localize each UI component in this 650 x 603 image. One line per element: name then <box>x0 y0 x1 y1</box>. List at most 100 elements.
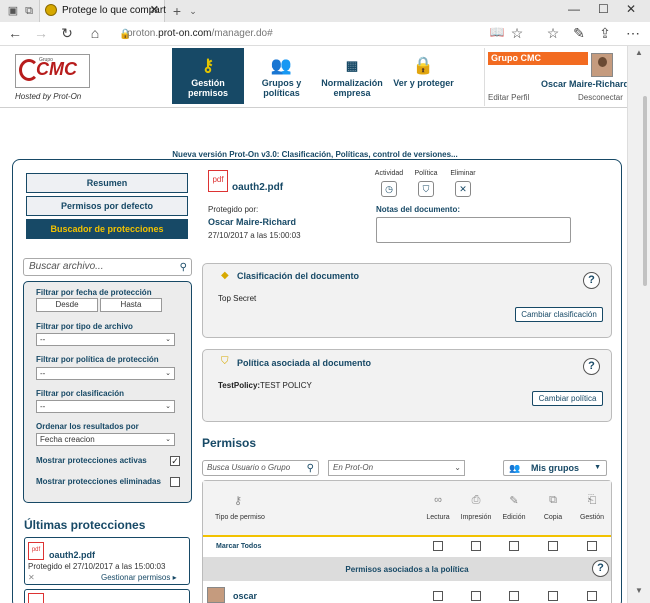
url-field[interactable]: proton.prot-on.com/manager.do# <box>127 25 477 43</box>
recent-protection-card[interactable] <box>24 589 190 603</box>
policy-permissions-label: Permisos asociados a la política <box>345 565 469 574</box>
help-icon[interactable]: ? <box>592 560 609 577</box>
company-logo: Grupo CMC <box>15 54 90 88</box>
user-gestion-checkbox[interactable] <box>587 591 597 601</box>
policy-value: -- <box>40 369 46 378</box>
manage-permissions-label: Gestionar permisos <box>101 573 171 582</box>
change-classification-button[interactable]: Cambiar clasificación <box>515 307 603 322</box>
notes-textarea[interactable] <box>376 217 571 243</box>
pdf-file-icon <box>28 593 44 603</box>
browser-tab[interactable]: Protege lo que compart ✕ <box>39 0 166 22</box>
tab-dropdown-icon[interactable]: ⌄ <box>186 4 200 18</box>
favorite-star-icon[interactable]: ☆ <box>508 25 526 42</box>
filetype-select[interactable]: -- ⌄ <box>36 333 175 346</box>
avatar[interactable] <box>591 53 613 77</box>
news-banner[interactable]: Nueva versión Prot-On v3.0: Clasificació… <box>130 150 500 159</box>
search-icon[interactable]: ⚲ <box>307 462 314 476</box>
protected-date: 27/10/2017 a las 15:00:03 <box>208 231 301 240</box>
resumen-button[interactable]: Resumen <box>26 173 188 193</box>
reading-view-icon[interactable]: 📖 <box>488 25 506 39</box>
logout-link[interactable]: Desconectar <box>578 93 623 102</box>
forward-icon[interactable]: → <box>32 25 50 41</box>
org-chart-icon: ▦ <box>345 58 359 73</box>
policy-icon: ⛉ <box>221 356 229 367</box>
class-select[interactable]: -- ⌄ <box>36 400 175 413</box>
search-icon[interactable]: ⚲ <box>180 260 187 276</box>
scope-select[interactable]: En Prot-On ⌄ <box>328 460 465 476</box>
favorites-hub-icon[interactable]: ☆ <box>544 25 562 42</box>
activity-clock-icon[interactable]: ◷ <box>381 181 397 197</box>
mark-all-lectura-checkbox[interactable] <box>433 541 443 551</box>
permission-type-header: Tipo de permiso <box>215 514 265 521</box>
order-select[interactable]: Fecha creacion ⌄ <box>36 433 175 446</box>
user-impresion-checkbox[interactable] <box>471 591 481 601</box>
order-value: Fecha creacion <box>40 435 95 444</box>
user-group-search-input[interactable]: Busca Usuario o Grupo ⚲ <box>202 460 319 476</box>
help-icon[interactable]: ? <box>583 358 600 375</box>
scroll-up-icon[interactable]: ▲ <box>635 48 643 57</box>
pencil-icon: ✎ <box>509 495 519 507</box>
file-search-input[interactable]: Buscar archivo... ⚲ <box>23 258 192 276</box>
policy-title: Política asociada al documento <box>237 358 372 368</box>
mark-all-gestion-checkbox[interactable] <box>587 541 597 551</box>
scroll-thumb[interactable] <box>643 96 647 286</box>
user-edicion-checkbox[interactable] <box>509 591 519 601</box>
my-groups-button[interactable]: 👥 Mis grupos ▼ <box>503 460 607 476</box>
refresh-icon[interactable]: ↻ <box>58 25 76 42</box>
user-search-placeholder: Busca Usuario o Grupo <box>207 463 291 472</box>
delete-icon[interactable]: ✕ <box>455 181 471 197</box>
date-to-input[interactable]: Hasta <box>100 298 162 312</box>
share-icon[interactable]: ⇪ <box>596 25 614 42</box>
new-tab-icon[interactable]: + <box>170 4 184 18</box>
protection-search-button[interactable]: Buscador de protecciones <box>26 219 188 239</box>
change-policy-button[interactable]: Cambiar política <box>532 391 603 406</box>
policy-shield-icon[interactable]: ⛉ <box>418 181 434 197</box>
nav-grupos-politicas[interactable]: 👥 Grupos y políticas <box>244 48 319 104</box>
chevron-down-icon: ⌄ <box>165 436 171 443</box>
group-badge: Grupo CMC <box>488 52 588 65</box>
tab-preview-icon[interactable]: ⧉ <box>22 4 36 18</box>
show-deleted-checkbox[interactable] <box>170 477 180 487</box>
protected-by-name: Oscar Maire-Richard <box>208 217 297 227</box>
window-close-icon[interactable]: ✕ <box>626 2 636 16</box>
default-permissions-button[interactable]: Permisos por defecto <box>26 196 188 216</box>
filetype-filter-label: Filtrar por tipo de archivo <box>36 322 133 331</box>
home-icon[interactable]: ⌂ <box>86 25 104 41</box>
remove-icon[interactable]: ✕ <box>28 573 35 582</box>
pdf-file-icon: pdf <box>28 542 44 560</box>
scroll-down-icon[interactable]: ▼ <box>635 586 643 595</box>
users-icon: 👥 <box>509 463 521 473</box>
nav-ver-proteger[interactable]: 🔒 Ver y proteger <box>386 48 461 104</box>
nav-gestion-permisos[interactable]: ⚷ Gestión permisos <box>172 48 244 104</box>
edit-profile-link[interactable]: Editar Perfil <box>488 93 529 102</box>
col-gestion: Gestión <box>579 514 605 521</box>
user-row-name: oscar <box>233 591 258 601</box>
maximize-icon[interactable]: ☐ <box>598 2 609 16</box>
recent-protection-card[interactable]: pdf oauth2.pdf Protegido el 27/10/2017 a… <box>24 537 190 585</box>
delete-label: Eliminar <box>450 170 476 177</box>
page-scrollbar[interactable]: ▲ ▼ <box>627 46 650 603</box>
manage-permissions-link[interactable]: Gestionar permisos ▸ <box>101 573 177 582</box>
more-icon[interactable]: ⋯ <box>624 25 642 42</box>
user-copia-checkbox[interactable] <box>548 591 558 601</box>
back-icon[interactable]: ← <box>6 25 24 41</box>
mark-all-copia-checkbox[interactable] <box>548 541 558 551</box>
order-label: Ordenar los resultados por <box>36 422 139 431</box>
notes-icon[interactable]: ✎ <box>570 25 588 42</box>
classification-value: Top Secret <box>218 294 257 303</box>
user-lectura-checkbox[interactable] <box>433 591 443 601</box>
close-tab-icon[interactable]: ✕ <box>150 3 159 16</box>
chevron-down-icon: ⌄ <box>165 403 171 410</box>
policy-select[interactable]: -- ⌄ <box>36 367 175 380</box>
help-icon[interactable]: ? <box>583 272 600 289</box>
mark-all-edicion-checkbox[interactable] <box>509 541 519 551</box>
show-active-checkbox[interactable]: ✓ <box>170 456 180 466</box>
mark-all-impresion-checkbox[interactable] <box>471 541 481 551</box>
mark-all-label: Marcar Todos <box>216 543 262 550</box>
nav-normalizacion-empresa[interactable]: ▦ Normalización empresa <box>316 48 388 104</box>
date-from-input[interactable]: Desde <box>36 298 98 312</box>
recent-file-name[interactable]: oauth2.pdf <box>49 550 95 560</box>
hosted-by: Hosted by Prot-On <box>15 92 82 101</box>
minimize-icon[interactable]: — <box>568 2 580 16</box>
tab-manager-icon[interactable]: ▣ <box>6 4 20 18</box>
